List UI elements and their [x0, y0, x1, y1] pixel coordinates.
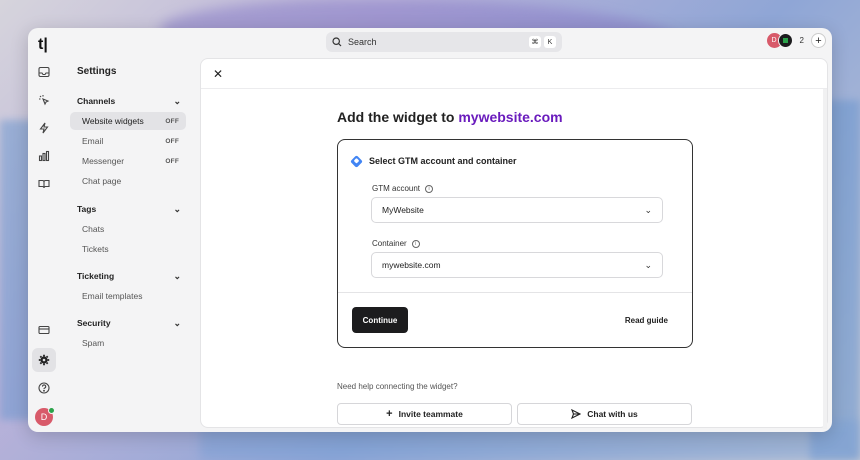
- help-icon[interactable]: [34, 378, 54, 398]
- send-icon: [571, 409, 582, 419]
- app-window: t| D Search ⌘ K D 2 + Settings Channels …: [28, 28, 832, 432]
- sidebar-item-chats[interactable]: Chats: [70, 220, 186, 238]
- app-logo[interactable]: t|: [38, 36, 48, 54]
- plus-icon: +: [386, 408, 393, 420]
- google-tag-manager-icon: [350, 154, 363, 168]
- search-input[interactable]: Search ⌘ K: [326, 32, 562, 52]
- team-avatar-icon[interactable]: [777, 33, 793, 48]
- continue-button[interactable]: Continue: [352, 307, 408, 333]
- billing-card-icon[interactable]: [34, 320, 54, 340]
- book-icon[interactable]: [34, 174, 54, 194]
- main-panel: ✕ Add the widget to mywebsite.com Select…: [200, 58, 828, 429]
- chevron-down-icon: ⌄: [173, 96, 181, 106]
- divider: [338, 292, 692, 293]
- chevron-down-icon: ⌄: [173, 318, 181, 328]
- top-right-controls: D 2 +: [766, 33, 826, 48]
- sidebar-item-spam[interactable]: Spam: [70, 334, 186, 352]
- chat-with-us-button[interactable]: Chat with us: [517, 403, 692, 425]
- section-channels[interactable]: Channels ⌄: [77, 96, 181, 107]
- gtm-account-select[interactable]: MyWebsite ⌄: [371, 197, 663, 223]
- online-status-dot: [48, 407, 55, 414]
- help-text: Need help connecting the widget?: [337, 382, 458, 391]
- search-icon: [332, 37, 342, 47]
- status-badge: OFF: [165, 137, 179, 145]
- gtm-setup-card: Select GTM account and container GTM acc…: [337, 139, 693, 348]
- scrollbar[interactable]: [823, 89, 827, 429]
- page-title: Add the widget to mywebsite.com: [337, 109, 563, 125]
- info-icon[interactable]: i: [425, 184, 434, 193]
- chevron-down-icon: ⌄: [173, 204, 181, 214]
- website-domain: mywebsite.com: [458, 109, 563, 125]
- search-placeholder: Search: [348, 37, 377, 47]
- add-plus-icon[interactable]: +: [811, 33, 826, 48]
- teammates-count: 2: [799, 36, 804, 45]
- section-security[interactable]: Security ⌄: [77, 318, 181, 329]
- info-icon[interactable]: i: [411, 239, 420, 248]
- status-badge: OFF: [165, 117, 179, 125]
- divider: [201, 88, 827, 89]
- status-badge: OFF: [165, 157, 179, 165]
- section-tags[interactable]: Tags ⌄: [77, 204, 181, 215]
- sidebar-item-messenger[interactable]: Messenger OFF: [70, 152, 186, 170]
- sidebar-item-website-widgets[interactable]: Website widgets OFF: [70, 112, 186, 130]
- sidebar-item-email[interactable]: Email OFF: [70, 132, 186, 150]
- chevron-down-icon: ⌄: [644, 204, 652, 215]
- close-icon[interactable]: ✕: [213, 67, 223, 81]
- read-guide-link[interactable]: Read guide: [625, 316, 668, 325]
- settings-sidebar: Settings Channels ⌄ Website widgets OFF E…: [68, 56, 190, 426]
- settings-gear-icon[interactable]: [32, 348, 56, 372]
- nav-rail: t| D: [28, 28, 60, 432]
- settings-title: Settings: [77, 66, 117, 77]
- shortcut-key: K: [544, 36, 556, 48]
- sidebar-item-email-templates[interactable]: Email templates: [70, 287, 186, 305]
- reports-icon[interactable]: [34, 146, 54, 166]
- invite-teammate-button[interactable]: + Invite teammate: [337, 403, 512, 425]
- inbox-icon[interactable]: [34, 62, 54, 82]
- sparkle-click-icon[interactable]: [34, 90, 54, 110]
- chevron-down-icon: ⌄: [173, 271, 181, 281]
- shortcut-mod-key: ⌘: [529, 36, 541, 48]
- container-label: Container i: [372, 239, 420, 248]
- section-ticketing[interactable]: Ticketing ⌄: [77, 271, 181, 282]
- card-title: Select GTM account and container: [350, 154, 517, 168]
- sidebar-item-tickets[interactable]: Tickets: [70, 240, 186, 258]
- sidebar-item-chat-page[interactable]: Chat page: [70, 172, 186, 190]
- chevron-down-icon: ⌄: [644, 259, 652, 270]
- container-select[interactable]: mywebsite.com ⌄: [371, 252, 663, 278]
- lightning-icon[interactable]: [34, 118, 54, 138]
- gtm-account-label: GTM account i: [372, 184, 434, 193]
